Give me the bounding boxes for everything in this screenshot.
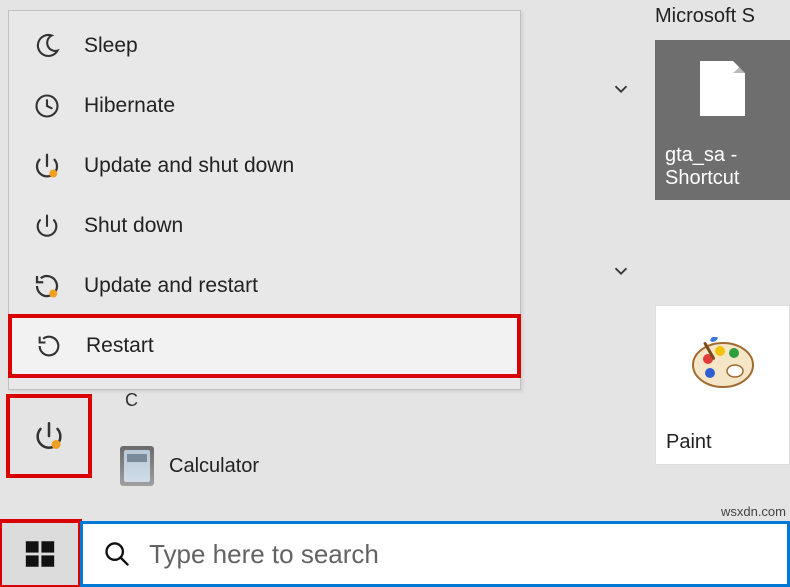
power-update-icon — [32, 419, 66, 453]
power-button[interactable] — [8, 396, 90, 476]
restart-update-icon — [32, 271, 62, 301]
power-item-label: Hibernate — [84, 94, 175, 118]
tile-paint[interactable]: Paint — [655, 305, 790, 465]
power-item-shutdown[interactable]: Shut down — [8, 196, 521, 256]
search-box[interactable] — [80, 521, 790, 587]
tile-label: gta_sa - Shortcut — [655, 136, 790, 200]
app-list: C Calculator — [120, 380, 259, 486]
power-item-label: Update and restart — [84, 274, 258, 298]
search-input[interactable] — [147, 538, 787, 571]
start-menu: C Calculator Sleep Hibernate Update and … — [0, 0, 645, 521]
power-item-label: Update and shut down — [84, 154, 294, 178]
chevron-down-icon[interactable] — [610, 78, 632, 105]
chevron-down-icon[interactable] — [610, 260, 632, 287]
moon-icon — [32, 31, 62, 61]
power-icon — [32, 211, 62, 241]
power-item-label: Restart — [86, 334, 154, 358]
taskbar — [0, 521, 790, 587]
power-item-sleep[interactable]: Sleep — [8, 16, 521, 76]
power-update-icon — [32, 151, 62, 181]
document-icon — [655, 40, 790, 136]
tile-gta-shortcut[interactable]: gta_sa - Shortcut — [655, 40, 790, 200]
start-tiles: Microsoft S gta_sa - Shortcut Paint — [645, 0, 790, 521]
search-icon — [103, 539, 131, 569]
app-item-calculator[interactable]: Calculator — [120, 446, 259, 486]
tile-label: Paint — [656, 423, 789, 464]
power-item-label: Sleep — [84, 34, 138, 58]
app-group-letter[interactable]: C — [125, 390, 259, 411]
power-item-label: Shut down — [84, 214, 183, 238]
windows-icon — [23, 537, 57, 571]
calculator-icon — [120, 446, 154, 486]
power-item-update-shutdown[interactable]: Update and shut down — [8, 136, 521, 196]
power-item-hibernate[interactable]: Hibernate — [8, 76, 521, 136]
watermark: wsxdn.com — [721, 504, 786, 519]
power-item-update-restart[interactable]: Update and restart — [8, 256, 521, 316]
start-button[interactable] — [0, 521, 80, 587]
clock-icon — [32, 91, 62, 121]
power-item-restart[interactable]: Restart — [10, 316, 519, 376]
tile-group-label[interactable]: Microsoft S — [645, 0, 790, 33]
app-item-label: Calculator — [169, 455, 259, 478]
paint-icon — [656, 306, 789, 423]
power-menu: Sleep Hibernate Update and shut down Shu… — [8, 10, 521, 390]
restart-icon — [34, 331, 64, 361]
